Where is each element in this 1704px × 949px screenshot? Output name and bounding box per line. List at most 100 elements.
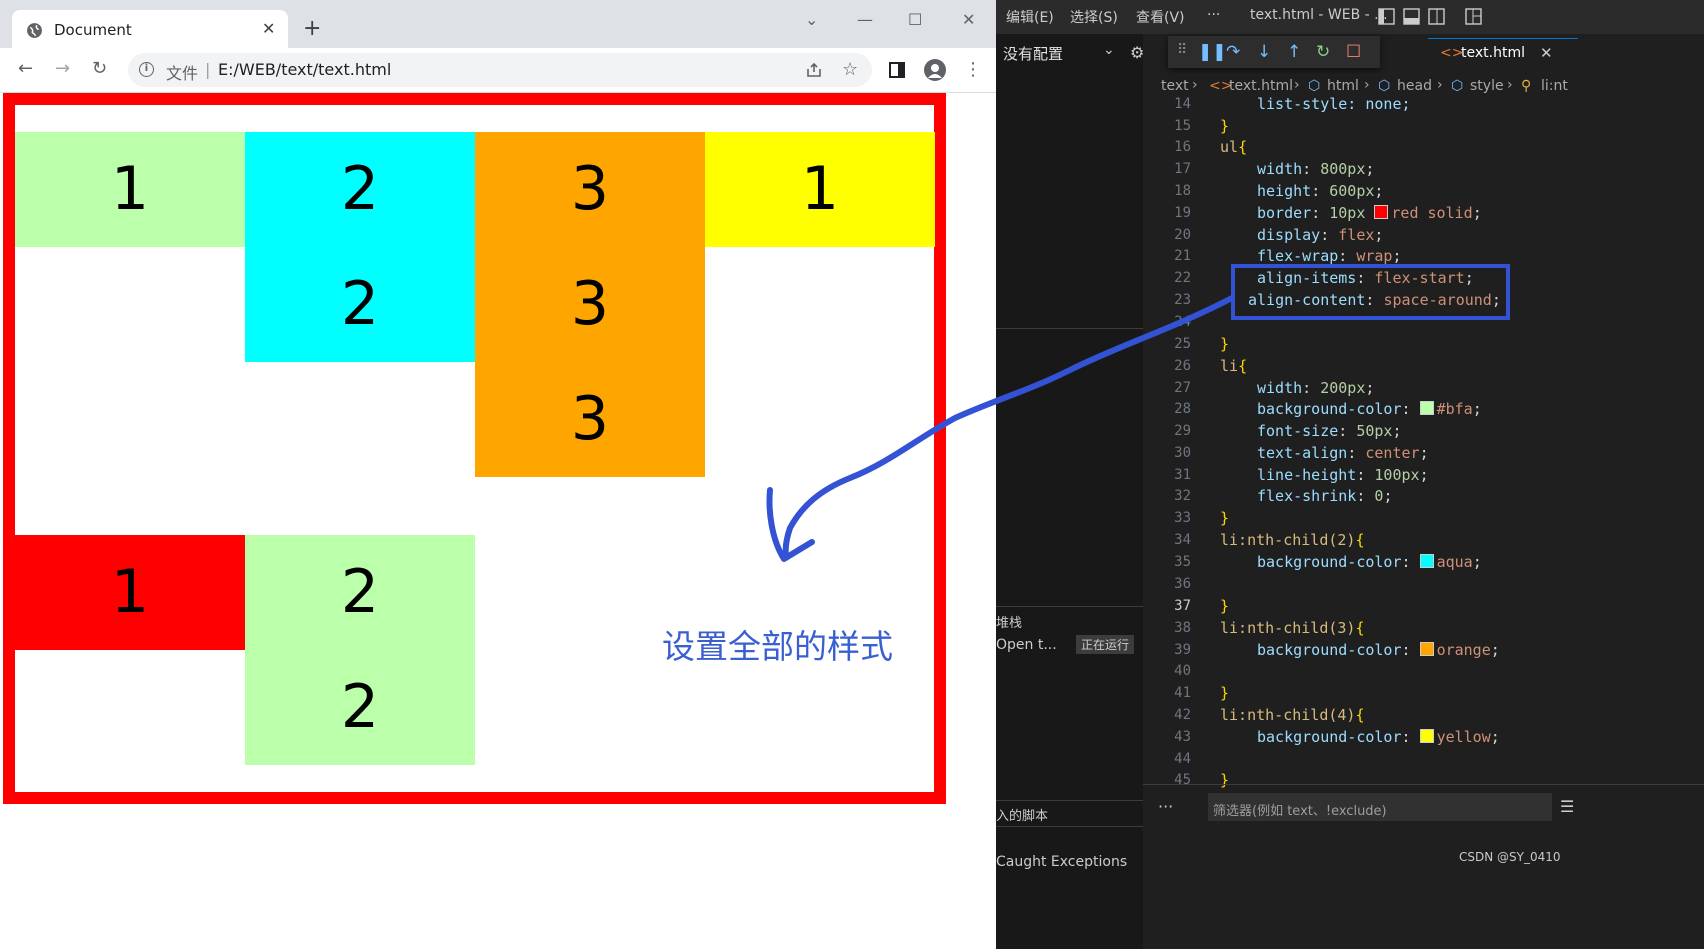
code-line[interactable]: } [1220,596,1229,616]
call-stack-item[interactable]: Open t... [996,637,1057,653]
step-out-icon[interactable]: ↑ [1287,42,1301,62]
editor-tab-label: text.html [1461,45,1525,61]
code-line[interactable]: background-color: orange; [1257,640,1500,660]
color-swatch[interactable] [1374,205,1389,219]
back-button[interactable]: ← [18,58,33,79]
code-line[interactable]: } [1220,770,1229,790]
filter-menu-icon[interactable]: ☰ [1560,797,1574,816]
code-line[interactable]: width: 800px; [1257,159,1374,179]
code-property: width [1257,379,1303,397]
address-url[interactable]: E:/WEB/text/text.html [218,60,391,79]
code-value: 200px [1320,379,1366,397]
element-icon: ⬡ [1308,78,1321,94]
restart-icon[interactable]: ↻ [1316,42,1330,62]
code-line[interactable]: font-size: 50px; [1257,421,1402,441]
step-into-icon[interactable]: ↓ [1257,42,1271,62]
more-actions-icon[interactable]: ··· [1158,797,1173,816]
code-line[interactable]: height: 600px; [1257,181,1383,201]
info-icon[interactable]: i [139,62,154,77]
reload-button[interactable]: ↻ [92,58,107,79]
breadcrumb-item[interactable]: text [1161,78,1189,94]
drag-handle-icon[interactable]: ⠿ [1177,42,1187,58]
code-value: aqua [1436,553,1473,571]
color-swatch[interactable] [1419,554,1434,568]
code-value: yellow [1436,728,1491,746]
menu-selection[interactable]: 选择(S) [1070,7,1118,27]
profile-icon[interactable] [924,59,946,81]
code-selector: li:nth-child(4) [1220,706,1356,724]
line-number: 38 [1174,620,1191,636]
code-property: text-align [1257,444,1348,462]
list-item-label: 3 [570,154,610,224]
line-number: 42 [1174,707,1191,723]
code-line[interactable]: ul{ [1220,137,1247,157]
code-line[interactable]: li:nth-child(4){ [1220,705,1365,725]
menu-more[interactable]: ··· [1207,7,1220,23]
code-line[interactable]: } [1220,116,1229,136]
step-over-icon[interactable]: ↷ [1226,42,1240,62]
line-number: 18 [1174,183,1191,199]
code-line[interactable]: background-color: aqua; [1257,552,1482,572]
maximize-button[interactable]: ☐ [908,10,922,29]
close-icon[interactable]: ✕ [1540,44,1553,62]
debug-config-select[interactable]: 没有配置 ⌄ [1003,42,1121,65]
code-line[interactable]: background-color: yellow; [1257,727,1500,747]
line-number: 43 [1174,729,1191,745]
tab-search-icon[interactable]: ⌄ [805,10,818,29]
code-property: font-size [1257,422,1339,440]
new-tab-button[interactable]: + [303,17,321,41]
highlight-box [1231,264,1510,320]
line-number: 19 [1174,205,1191,221]
close-window-button[interactable]: ✕ [962,10,975,29]
code-line[interactable]: border: 10px red solid; [1257,203,1482,223]
menu-edit[interactable]: 编辑(E) [1006,7,1054,27]
code-line[interactable]: background-color: #bfa; [1257,399,1482,419]
list-item-label: 2 [340,557,380,627]
debug-config-label: 没有配置 [1003,45,1064,63]
code-property: border [1257,204,1312,222]
code-line[interactable]: text-align: center; [1257,443,1429,463]
tab-close-icon[interactable]: ✕ [262,19,275,38]
color-swatch[interactable] [1419,401,1434,415]
list-item-6: 2 2 [245,535,475,765]
breadcrumb-item[interactable]: li:nt [1541,78,1568,94]
code-line[interactable]: line-height: 100px; [1257,465,1429,485]
sidepanel-icon[interactable] [888,61,906,79]
code-line[interactable]: } [1220,683,1229,703]
breadcrumb-item[interactable]: style [1470,78,1504,94]
chevron-right-icon: › [1294,77,1300,93]
code-line[interactable]: list-style: none; [1257,94,1411,114]
call-stack-title[interactable]: 堆栈 [996,612,1022,631]
code-line[interactable]: display: flex; [1257,225,1383,245]
layout-toggle-icons[interactable] [1378,8,1488,26]
code-line[interactable]: flex-wrap: wrap; [1257,246,1402,266]
caught-exceptions-item[interactable]: Caught Exceptions [996,854,1127,870]
breadcrumb-item[interactable]: html [1327,78,1359,94]
loaded-scripts-title[interactable]: 入的脚本 [996,805,1048,824]
code-line[interactable]: flex-shrink: 0; [1257,486,1392,506]
panel-divider [996,606,1143,607]
forward-button[interactable]: → [55,58,70,79]
list-item-3: 3 3 3 [475,132,705,477]
pause-icon[interactable]: ❚❚ [1198,42,1227,62]
breadcrumb-item[interactable]: head [1397,78,1432,94]
list-item-5: 1 [15,535,245,650]
menu-view[interactable]: 查看(V) [1136,7,1185,27]
color-swatch[interactable] [1419,642,1434,656]
share-icon[interactable] [805,61,823,79]
list-item-label: 1 [110,557,150,627]
code-value: wrap [1356,247,1393,265]
stop-icon[interactable]: ☐ [1346,42,1361,62]
breadcrumb-item[interactable]: text.html [1229,78,1293,94]
code-line[interactable]: li:nth-child(3){ [1220,618,1365,638]
color-swatch[interactable] [1419,729,1434,743]
code-value: red solid [1391,204,1473,222]
star-icon[interactable]: ☆ [842,59,858,80]
chevron-right-icon: › [1364,77,1370,93]
code-line[interactable]: width: 200px; [1257,378,1374,398]
line-number: 15 [1174,118,1191,134]
minimize-button[interactable]: — [857,10,873,29]
list-item-label: 2 [340,269,380,339]
menu-icon[interactable]: ⋮ [964,59,982,80]
code-value: 600px [1329,182,1375,200]
